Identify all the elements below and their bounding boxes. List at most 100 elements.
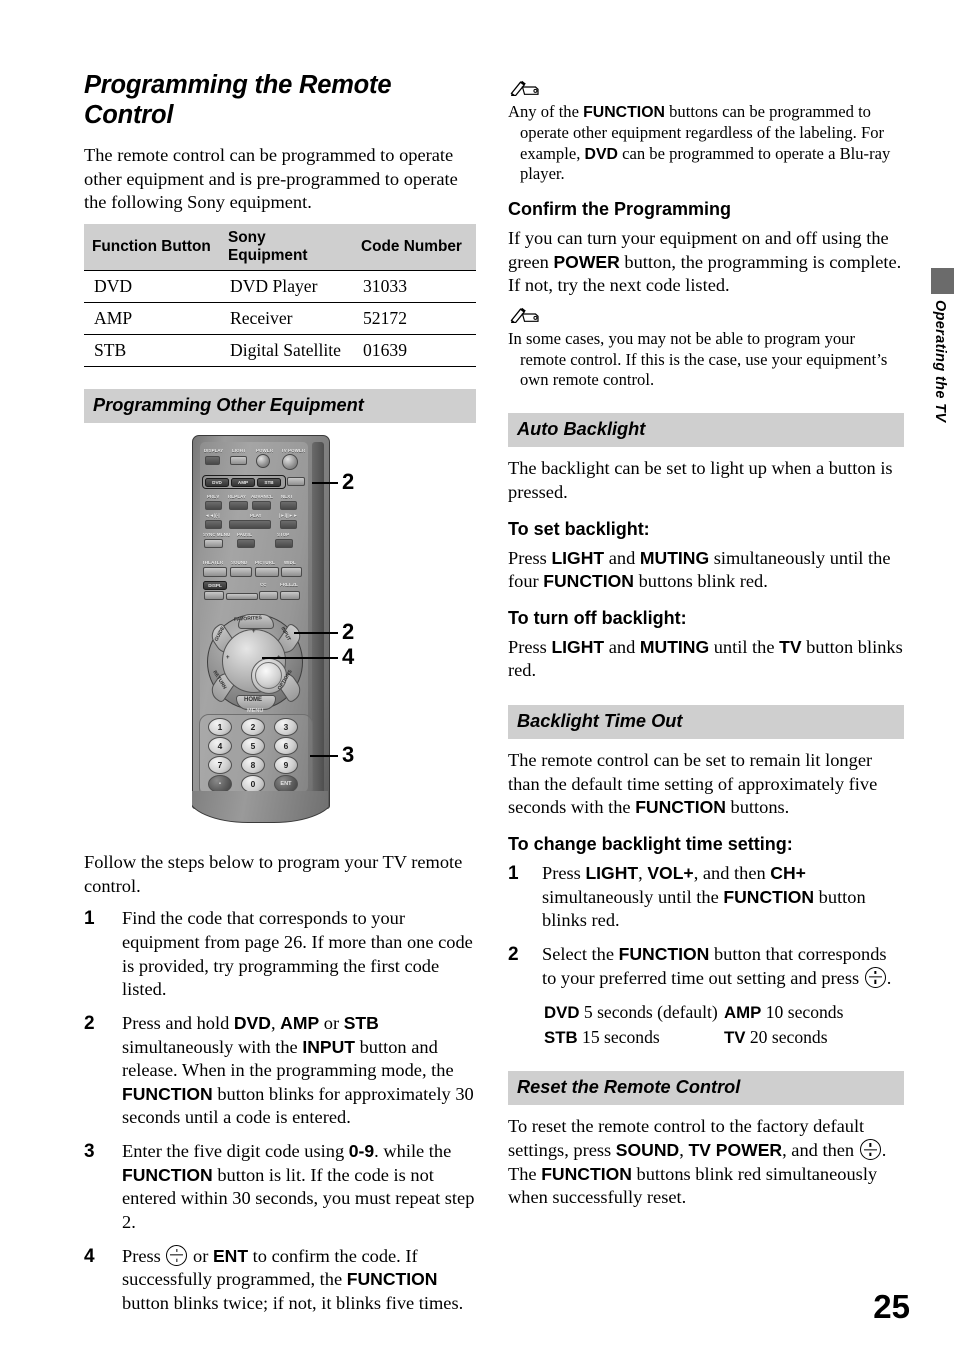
timeout-key: AMP xyxy=(724,1003,762,1023)
table-header-row: Function Button Sony Equipment Code Numb… xyxy=(84,224,476,271)
dvd-function-button[interactable]: DVD xyxy=(205,478,229,488)
remote-body: DISPLAY LIGHT POWER TV POWER DVD AMP STB xyxy=(192,435,330,810)
timeout-amp: AMP 10 seconds xyxy=(724,1000,904,1025)
play-button[interactable] xyxy=(229,520,271,530)
label-replay: REPLAY xyxy=(228,494,247,500)
heading-to-turn-off-backlight: To turn off backlight: xyxy=(508,607,687,628)
theater-button[interactable] xyxy=(203,567,227,578)
note-text: Any of the FUNCTION buttons can be progr… xyxy=(508,102,891,184)
power-button[interactable] xyxy=(256,454,270,469)
light-button[interactable] xyxy=(230,456,247,466)
code-number-table: Function Button Sony Equipment Code Numb… xyxy=(84,224,476,368)
note-text: In some cases, you may not be able to pr… xyxy=(508,329,888,390)
step-text: Press and hold DVD, AMP or STB simultane… xyxy=(122,1012,474,1128)
freeze-button[interactable] xyxy=(280,591,300,601)
timeout-tv: TV 20 seconds xyxy=(724,1025,904,1050)
page-title: Programming the Remote Control xyxy=(84,71,392,130)
key-4[interactable]: 4 xyxy=(208,737,232,756)
cell-sony-equipment: Receiver xyxy=(220,302,353,335)
cell-sony-equipment: Digital Satellite xyxy=(220,334,353,368)
backlight-step-2: 2 Select the FUNCTION button that corres… xyxy=(508,943,904,990)
step-2: 2 Press and hold DVD, AMP or STB simulta… xyxy=(84,1012,476,1130)
pause-button[interactable] xyxy=(237,539,255,549)
key-9[interactable]: 9 xyxy=(274,756,298,775)
step-text: Select the FUNCTION button that correspo… xyxy=(542,943,892,988)
rewind-button[interactable] xyxy=(205,520,222,530)
display-button[interactable] xyxy=(205,456,220,466)
label-sync-menu: SYNC MENU xyxy=(203,532,231,538)
label-picture: PICTURE xyxy=(255,560,275,566)
prev-button[interactable] xyxy=(205,501,222,511)
amp-function-button[interactable]: AMP xyxy=(231,478,255,488)
label-home: HOME xyxy=(244,697,262,704)
key-1[interactable]: 1 xyxy=(208,718,232,737)
label-wide: WIDE xyxy=(284,560,296,566)
stop-button[interactable] xyxy=(275,539,293,549)
section-header-programming-other-equipment: Programming Other Equipment xyxy=(84,389,476,424)
note-pencil-icon xyxy=(509,307,904,328)
section-header-backlight-time-out: Backlight Time Out xyxy=(508,705,904,740)
picture-button[interactable] xyxy=(255,567,279,578)
note-pencil-icon xyxy=(509,80,904,101)
fast-forward-button[interactable] xyxy=(280,520,297,530)
jump-button[interactable] xyxy=(204,591,224,601)
cell-code-number: 01639 xyxy=(353,334,476,368)
stb-function-button[interactable]: STB xyxy=(257,478,281,488)
replay-button[interactable] xyxy=(229,501,248,511)
sound-button[interactable] xyxy=(230,567,252,578)
page-number: 25 xyxy=(873,1288,910,1325)
advance-button[interactable] xyxy=(252,501,271,511)
display-secondary-button[interactable]: DISPL xyxy=(203,581,227,591)
key-2[interactable]: 2 xyxy=(241,718,265,737)
follow-steps-text: Follow the steps below to program your T… xyxy=(84,852,463,896)
step-text: Find the code that corresponds to your e… xyxy=(122,908,473,1000)
section-header-auto-backlight: Auto Backlight xyxy=(508,413,904,448)
intro-paragraph: The remote control can be programmed to … xyxy=(84,145,458,213)
dpad-ring[interactable]: + + + + xyxy=(222,629,287,695)
label-freeze: FREEZE xyxy=(280,582,298,588)
wide-button[interactable] xyxy=(281,567,302,578)
label-rewind: ◄◄|(-| xyxy=(205,513,220,519)
slider-bar[interactable] xyxy=(226,593,258,601)
left-column: Programming the Remote Control The remot… xyxy=(84,70,476,1326)
label-prev: PREV xyxy=(207,494,220,500)
confirm-body: If you can turn your equipment on and of… xyxy=(508,228,902,296)
sync-menu-button[interactable] xyxy=(204,539,223,549)
right-column: Any of the FUNCTION buttons can be progr… xyxy=(508,76,904,1219)
key-5[interactable]: 5 xyxy=(241,737,265,756)
step-number: 4 xyxy=(84,1245,95,1267)
step-number: 3 xyxy=(84,1141,95,1163)
key-7[interactable]: 7 xyxy=(208,756,232,775)
label-power: POWER xyxy=(256,448,274,454)
reset-body: To reset the remote control to the facto… xyxy=(508,1116,887,1208)
step-text: Enter the five digit code using 0-9. whi… xyxy=(122,1141,475,1233)
tv-function-button[interactable] xyxy=(287,477,305,487)
table-header-sony-equipment: Sony Equipment xyxy=(220,224,353,271)
enter-button-glyph xyxy=(859,1139,881,1161)
label-light: LIGHT xyxy=(232,448,246,454)
label-forward: |►/||►► xyxy=(279,513,298,519)
timeout-value: 5 seconds (default) xyxy=(583,1002,718,1023)
step-number: 1 xyxy=(84,908,95,930)
next-button[interactable] xyxy=(280,501,297,511)
step-4: 4 Press or ENT to confirm the code. If s… xyxy=(84,1244,476,1316)
step-number: 2 xyxy=(84,1012,95,1034)
remote-control-figure: DISPLAY LIGHT POWER TV POWER DVD AMP STB xyxy=(84,435,476,835)
timeout-key: STB xyxy=(544,1027,578,1047)
timeout-key: TV xyxy=(724,1027,746,1047)
step-text: Press LIGHT, VOL+, and then CH+ simultan… xyxy=(542,862,866,931)
function-button-group: DVD AMP STB xyxy=(202,475,286,490)
key-3[interactable]: 3 xyxy=(274,718,298,737)
navigation-dpad[interactable]: + + + + FAVORITES GUIDE INPUT RETURN xyxy=(207,614,305,711)
side-tab-label: Operating the TV xyxy=(932,300,948,423)
tv-power-button[interactable] xyxy=(282,454,298,471)
label-play: PLAY xyxy=(250,513,262,519)
timeout-value: 15 seconds xyxy=(582,1026,660,1047)
key-6[interactable]: 6 xyxy=(274,737,298,756)
cc-button[interactable] xyxy=(259,591,278,601)
remote-bottom-cut xyxy=(192,791,328,829)
table-header-function-button: Function Button xyxy=(84,224,220,271)
cell-code-number: 52172 xyxy=(353,302,476,335)
key-8[interactable]: 8 xyxy=(241,756,265,775)
enter-button-glyph xyxy=(864,966,886,988)
